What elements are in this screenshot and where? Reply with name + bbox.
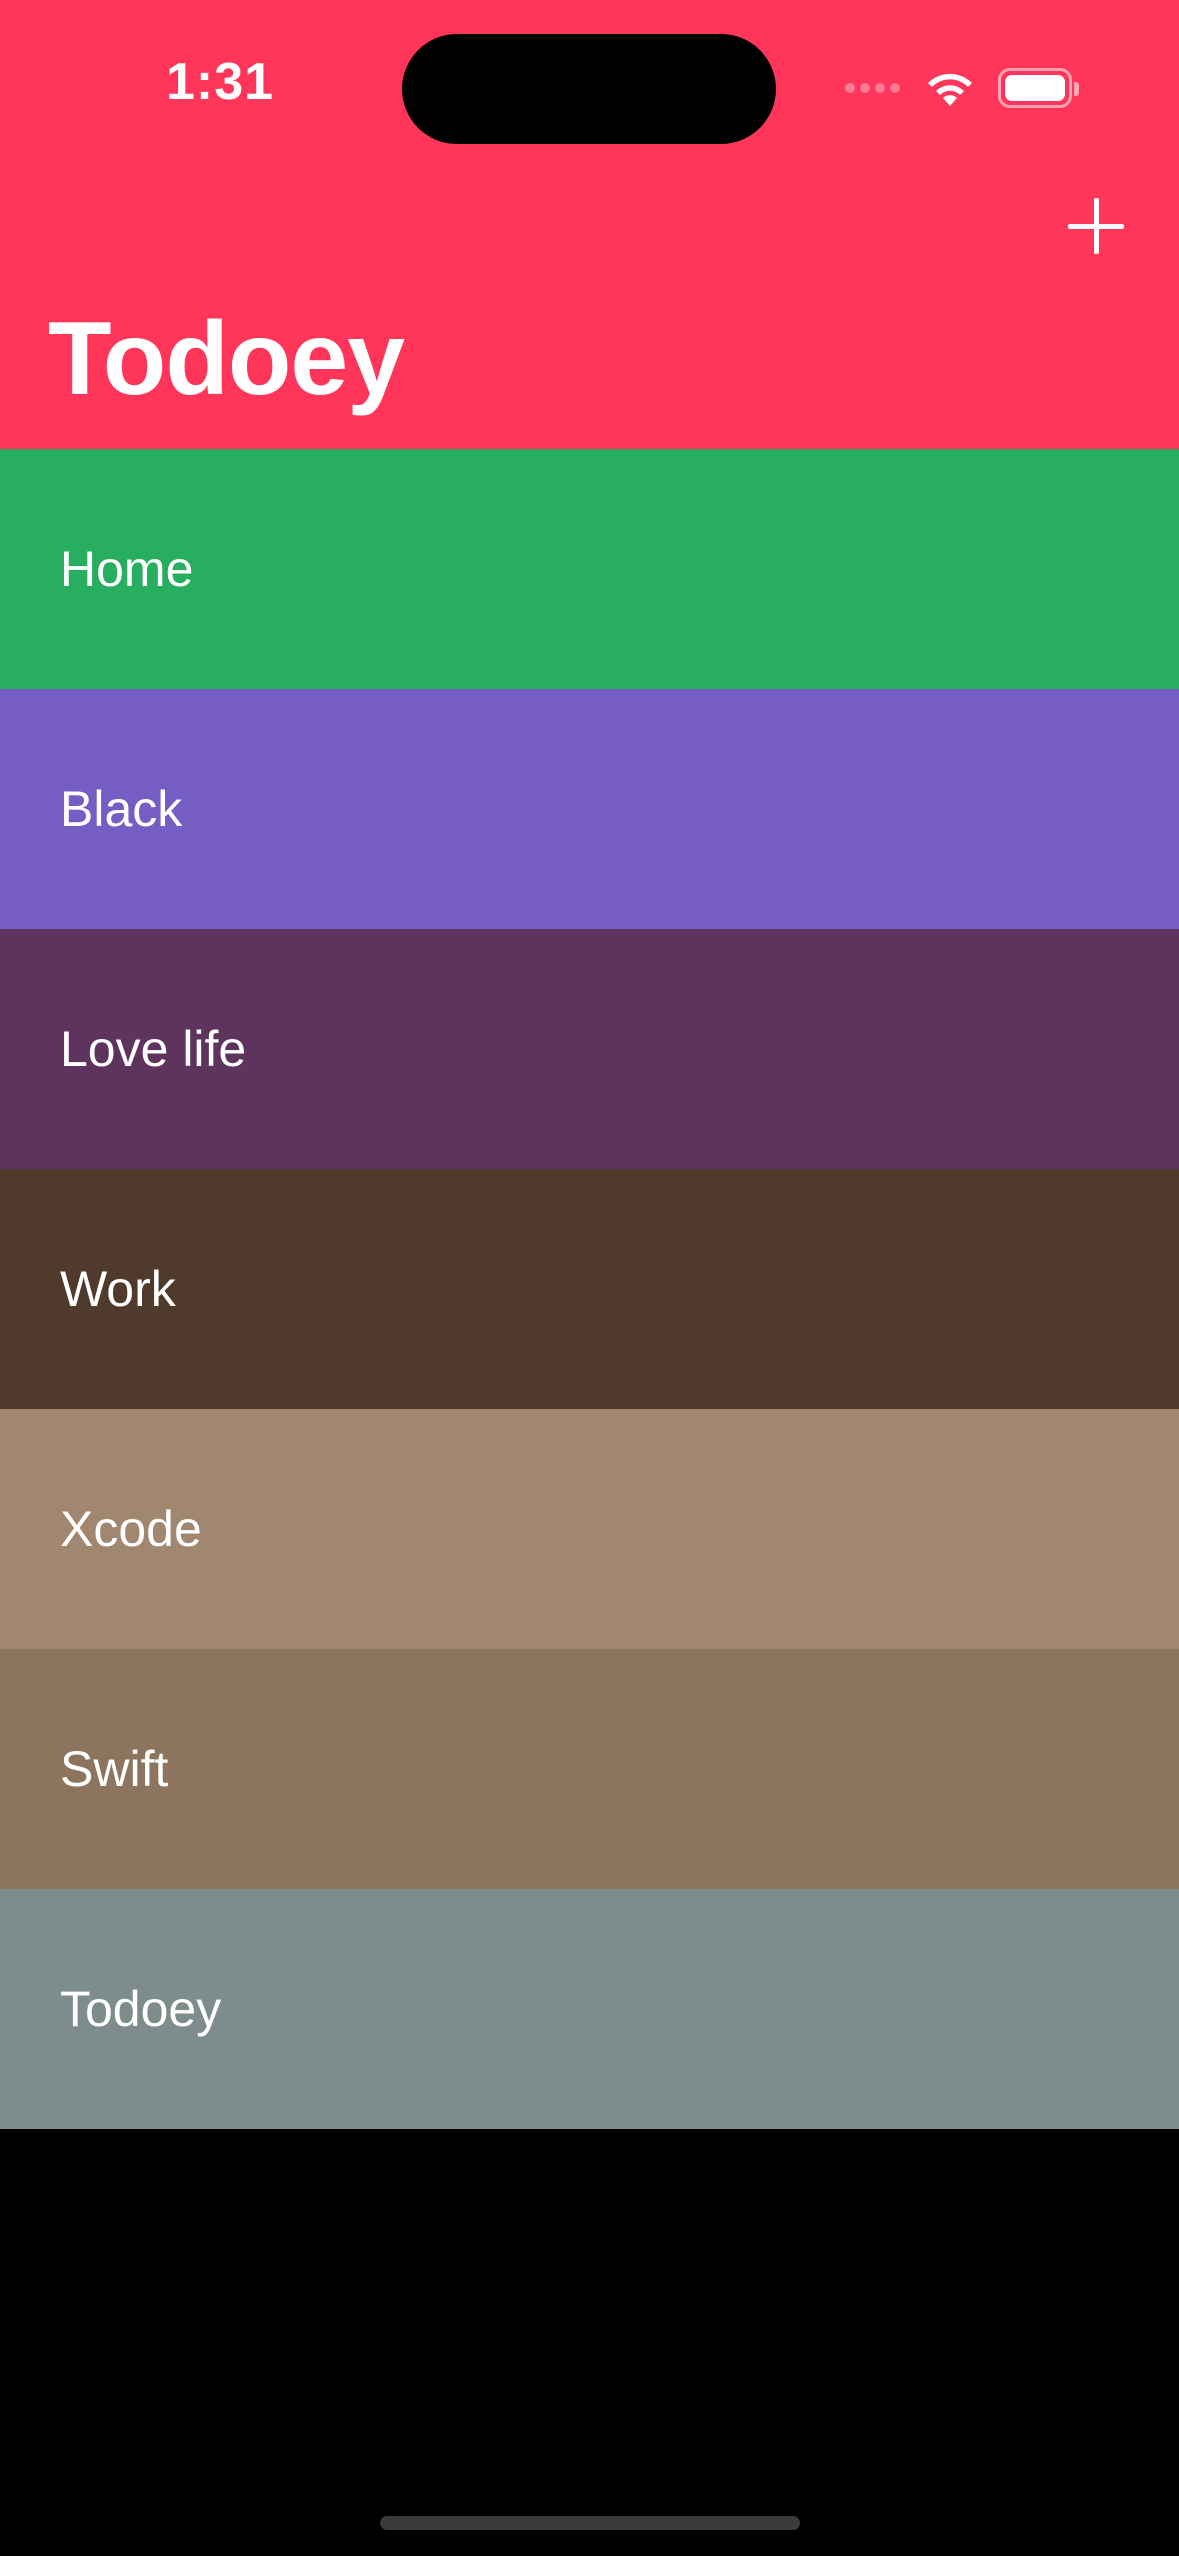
category-row[interactable]: Todoey <box>0 1889 1179 2129</box>
add-category-button[interactable] <box>1060 190 1132 262</box>
navigation-header: 1:31 Todoey <box>0 0 1179 449</box>
dynamic-island <box>402 34 776 144</box>
category-label: Work <box>60 1261 176 1317</box>
category-label: Love life <box>60 1021 247 1077</box>
status-time: 1:31 <box>166 53 275 111</box>
category-row[interactable]: Work <box>0 1169 1179 1409</box>
screen: 1:31 Todoey Home Black Love life Work Xcode S… <box>0 0 1179 2556</box>
battery-icon <box>998 68 1079 108</box>
category-row[interactable]: Black <box>0 689 1179 929</box>
category-row[interactable]: Swift <box>0 1649 1179 1889</box>
category-label: Black <box>60 781 183 837</box>
category-list: Home Black Love life Work Xcode Swift Todoey <box>0 449 1179 2129</box>
status-indicators <box>845 66 1079 110</box>
category-row[interactable]: Love life <box>0 929 1179 1169</box>
category-row[interactable]: Home <box>0 449 1179 689</box>
category-label: Swift <box>60 1741 169 1797</box>
category-label: Home <box>60 541 194 597</box>
cellular-signal-icon <box>845 83 900 93</box>
home-indicator[interactable] <box>380 2516 800 2530</box>
category-label: Todoey <box>60 1981 222 2037</box>
page-title: Todoey <box>48 301 405 417</box>
wifi-icon <box>928 73 972 106</box>
category-row[interactable]: Xcode <box>0 1409 1179 1649</box>
category-label: Xcode <box>60 1501 202 1557</box>
